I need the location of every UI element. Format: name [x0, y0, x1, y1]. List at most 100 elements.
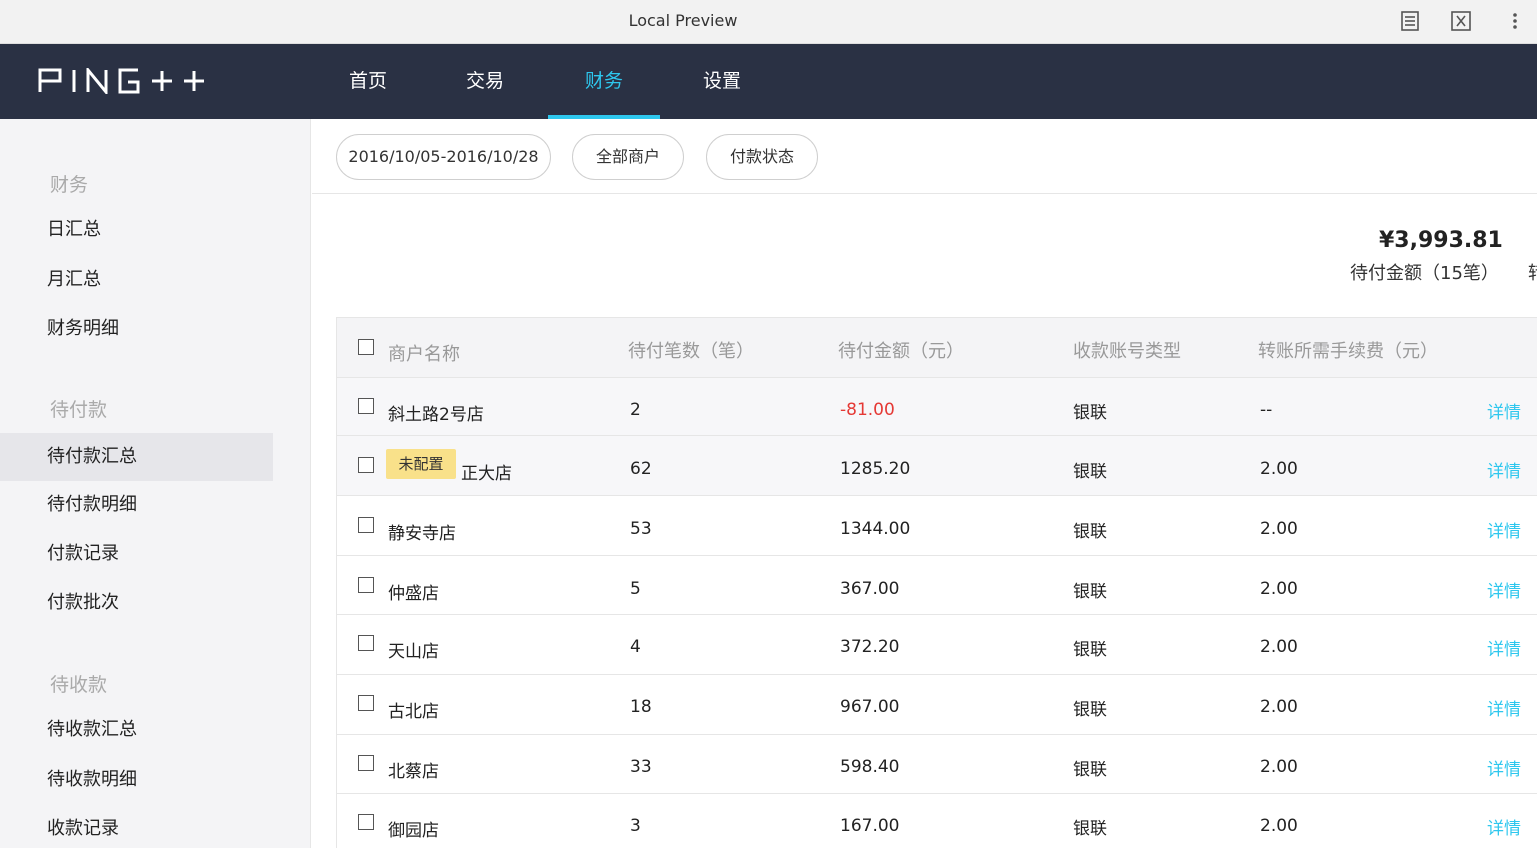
pending-count: 62 — [630, 459, 652, 479]
pending-amount-label: 待付金额（15笔） — [1350, 263, 1499, 284]
sidebar-group-finance: 财务 — [50, 174, 89, 196]
more-vert-icon[interactable] — [1504, 10, 1526, 32]
nav-finance[interactable]: 财务 — [548, 44, 660, 119]
pending-amount: -81.00 — [840, 400, 895, 420]
sidebar-group-receivable: 待收款 — [50, 674, 108, 696]
app-header: 首页 交易 财务 设置 — [0, 44, 1537, 119]
table-row: 御园店 3 167.00 银联 2.00 详情 — [337, 794, 1537, 848]
detail-link[interactable]: 详情 — [1487, 517, 1521, 542]
pending-count: 33 — [630, 757, 652, 777]
sidebar-item-monthly-summary[interactable]: 月汇总 — [0, 256, 273, 304]
merchant-filter[interactable]: 全部商户 — [572, 134, 684, 180]
row-checkbox[interactable] — [358, 457, 374, 473]
account-type: 银联 — [1073, 582, 1107, 602]
row-checkbox[interactable] — [358, 635, 374, 651]
table-row: 静安寺店 53 1344.00 银联 2.00 详情 — [337, 496, 1537, 556]
unconfigured-badge: 未配置 — [386, 449, 456, 479]
merchant-name: 仲盛店 — [388, 584, 439, 604]
transfer-fee: 2.00 — [1260, 637, 1298, 657]
pending-count: 2 — [630, 400, 641, 420]
merchant-name: 斜土路2号店 — [388, 405, 484, 425]
sidebar-item-payment-records[interactable]: 付款记录 — [0, 530, 273, 578]
ping-logo[interactable] — [38, 65, 206, 98]
sidebar: 财务 日汇总 月汇总 财务明细 待付款 待付款汇总 待付款明细 付款记录 付款批… — [0, 119, 311, 848]
row-checkbox[interactable] — [358, 577, 374, 593]
pending-count: 5 — [630, 579, 641, 599]
transfer-fee: -- — [1260, 400, 1273, 420]
sidebar-item-receivable-detail[interactable]: 待收款明细 — [0, 756, 273, 804]
window-title: Local Preview — [628, 11, 738, 30]
merchant-name: 正大店 — [461, 464, 512, 484]
merchant-name: 静安寺店 — [388, 524, 456, 544]
pending-amount: 1285.20 — [840, 459, 911, 479]
account-type: 银联 — [1073, 522, 1107, 542]
detail-link[interactable]: 详情 — [1487, 695, 1521, 720]
transfer-fee: 2.00 — [1260, 816, 1298, 836]
row-checkbox[interactable] — [358, 517, 374, 533]
transfer-fee: 2.00 — [1260, 459, 1298, 479]
sidebar-item-payable-detail[interactable]: 待付款明细 — [0, 481, 273, 529]
sidebar-item-finance-detail[interactable]: 财务明细 — [0, 305, 273, 353]
transfer-fee: 2.00 — [1260, 697, 1298, 717]
pending-amount: 1344.00 — [840, 519, 911, 539]
table-header: 商户名称 待付笔数（笔） 待付金额（元） 收款账号类型 转账所需手续费（元） — [337, 317, 1537, 378]
pending-count: 3 — [630, 816, 641, 836]
transfer-fee: 2.00 — [1260, 579, 1298, 599]
sidebar-item-payable-summary[interactable]: 待付款汇总 — [0, 433, 273, 481]
row-checkbox[interactable] — [358, 695, 374, 711]
transfer-summary-clipped: 转账笔 — [1528, 262, 1537, 286]
browser-titlebar: Local Preview — [0, 0, 1537, 44]
account-type: 银联 — [1073, 760, 1107, 780]
col-account-type: 收款账号类型 — [1073, 341, 1181, 362]
detail-link[interactable]: 详情 — [1487, 755, 1521, 780]
pending-amount: 967.00 — [840, 697, 900, 717]
sidebar-item-receivable-summary[interactable]: 待收款汇总 — [0, 706, 273, 754]
sidebar-group-payable: 待付款 — [50, 399, 108, 421]
account-type: 银联 — [1073, 819, 1107, 839]
account-type: 银联 — [1073, 700, 1107, 720]
date-range-filter[interactable]: 2016/10/05-2016/10/28 — [336, 134, 551, 180]
payment-status-filter[interactable]: 付款状态 — [706, 134, 818, 180]
detail-link[interactable]: 详情 — [1487, 398, 1521, 423]
table-row: 未配置 正大店 62 1285.20 银联 2.00 详情 — [337, 436, 1537, 496]
transfer-fee: 2.00 — [1260, 757, 1298, 777]
table-row: 北蔡店 33 598.40 银联 2.00 详情 — [337, 735, 1537, 794]
detail-link[interactable]: 详情 — [1487, 577, 1521, 602]
transfer-fee: 2.00 — [1260, 519, 1298, 539]
table-row: 仲盛店 5 367.00 银联 2.00 详情 — [337, 556, 1537, 615]
sidebar-item-daily-summary[interactable]: 日汇总 — [0, 206, 273, 254]
account-type: 银联 — [1073, 462, 1107, 482]
nav-settings[interactable]: 设置 — [692, 44, 752, 119]
account-type: 银联 — [1073, 403, 1107, 423]
merchant-name: 北蔡店 — [388, 762, 439, 782]
detail-link[interactable]: 详情 — [1487, 457, 1521, 482]
pending-count: 18 — [630, 697, 652, 717]
col-transfer-fee: 转账所需手续费（元） — [1258, 341, 1438, 362]
table-row: 古北店 18 967.00 银联 2.00 详情 — [337, 675, 1537, 735]
detail-link[interactable]: 详情 — [1487, 814, 1521, 839]
sidebar-item-payment-batches[interactable]: 付款批次 — [0, 579, 273, 627]
filter-bar: 2016/10/05-2016/10/28 全部商户 付款状态 — [312, 119, 1537, 194]
formula-icon[interactable] — [1450, 10, 1472, 32]
nav-home[interactable]: 首页 — [338, 44, 398, 119]
col-pending-count: 待付笔数（笔） — [628, 341, 754, 362]
col-pending-amount: 待付金额（元） — [838, 341, 964, 362]
select-all-checkbox[interactable] — [358, 339, 374, 355]
pending-amount: 367.00 — [840, 579, 900, 599]
detail-link[interactable]: 详情 — [1487, 635, 1521, 660]
col-merchant-name: 商户名称 — [388, 344, 460, 365]
merchant-name: 天山店 — [388, 642, 439, 662]
table-row: 天山店 4 372.20 银联 2.00 详情 — [337, 615, 1537, 675]
row-checkbox[interactable] — [358, 755, 374, 771]
merchant-name: 御园店 — [388, 821, 439, 841]
pending-count: 4 — [630, 637, 641, 657]
pending-amount-value: ¥3,993.81 — [1379, 228, 1503, 253]
pending-amount: 167.00 — [840, 816, 900, 836]
table-row: 斜土路2号店 2 -81.00 银联 -- 详情 — [337, 378, 1537, 436]
pending-amount: 598.40 — [840, 757, 900, 777]
sidebar-item-receipt-records[interactable]: 收款记录 — [0, 805, 273, 848]
reader-mode-icon[interactable] — [1399, 10, 1421, 32]
row-checkbox[interactable] — [358, 398, 374, 414]
nav-trade[interactable]: 交易 — [455, 44, 515, 119]
row-checkbox[interactable] — [358, 814, 374, 830]
